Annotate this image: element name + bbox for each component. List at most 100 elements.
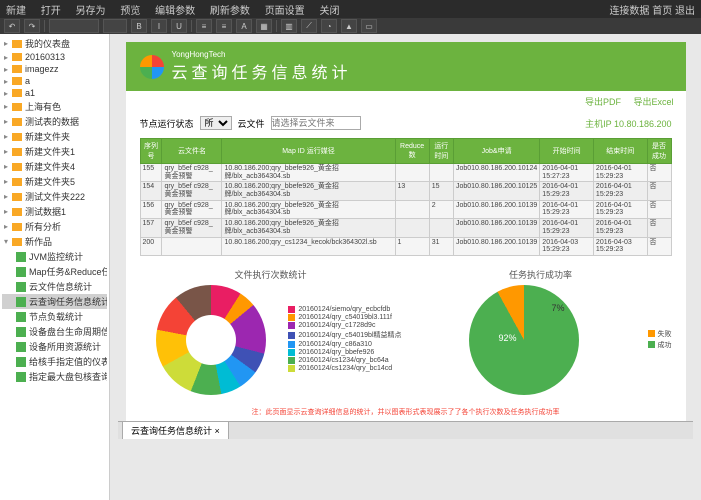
file-icon xyxy=(16,312,26,322)
report-title: 云查询任务信息统计 xyxy=(172,59,352,83)
footer-note: 注：此页面显示云查询详细信息的统计，并以图表形式表现展示了了各个执行次数及任务执… xyxy=(126,403,686,421)
table-header: 运行时间 xyxy=(429,139,453,164)
chart-line-icon[interactable]: ⟋ xyxy=(301,19,317,33)
tree-file[interactable]: 云查询任务信息统计 xyxy=(2,294,107,309)
file-icon xyxy=(16,282,26,292)
italic-icon[interactable]: I xyxy=(151,19,167,33)
export-pdf[interactable]: 导出PDF xyxy=(585,97,621,107)
font-select[interactable] xyxy=(49,19,99,33)
donut-chart xyxy=(156,285,266,395)
folder-icon xyxy=(12,148,22,156)
report-header: YongHongTech 云查询任务信息统计 xyxy=(126,42,686,91)
align-left-icon[interactable]: ≡ xyxy=(196,19,212,33)
filter-label-1: 节点运行状态 xyxy=(140,117,194,130)
tree-folder[interactable]: ▸所有分析 xyxy=(2,219,107,234)
tree-file[interactable]: 云文件信息统计 xyxy=(2,279,107,294)
tree-folder[interactable]: ▸新建文件夹1 xyxy=(2,144,107,159)
bold-icon[interactable]: B xyxy=(131,19,147,33)
tree-file[interactable]: JVM监控统计 xyxy=(2,249,107,264)
size-select[interactable] xyxy=(103,19,127,33)
folder-icon xyxy=(12,40,22,48)
export-excel[interactable]: 导出Excel xyxy=(633,97,673,107)
table-row[interactable]: 155qry_b5ef c928_黄金预警10.80.186.200;qry_b… xyxy=(140,164,671,182)
pie-chart: 92% 7% xyxy=(469,285,579,395)
legend-success: 成功 xyxy=(658,340,672,350)
table-row[interactable]: 20010.80.186.200;qry_cs1234_kecok/bck364… xyxy=(140,237,671,255)
legend-item: 20160124/cs1234/qry_bc14cd xyxy=(288,365,401,372)
menu-new[interactable]: 新建 xyxy=(6,6,26,17)
tree-file[interactable]: 指定最大盘包核查询数 xyxy=(2,369,107,384)
tree-folder[interactable]: ▸测试数据1 xyxy=(2,204,107,219)
tree-folder[interactable]: ▸新建文件夹5 xyxy=(2,174,107,189)
chart-pie-icon[interactable]: ◔ xyxy=(321,19,337,33)
chart-area-icon[interactable]: ▲ xyxy=(341,19,357,33)
fill-icon[interactable]: ▦ xyxy=(256,19,272,33)
tree-folder[interactable]: ▸imagezz xyxy=(2,63,107,75)
table-header: Job&申请 xyxy=(453,139,539,164)
legend-1: 20160124/siemo/qry_ecbcfdb20160124/qry_c… xyxy=(288,306,401,373)
folder-icon xyxy=(12,133,22,141)
logo-icon xyxy=(140,55,164,79)
menu-open[interactable]: 打开 xyxy=(41,6,61,17)
folder-icon xyxy=(12,103,22,111)
tree-file[interactable]: 节点负载统计 xyxy=(2,309,107,324)
tree-folder[interactable]: ▸测试文件夹222 xyxy=(2,189,107,204)
tree-file[interactable]: 设备盘台生命周期信息 xyxy=(2,324,107,339)
file-icon xyxy=(16,252,26,262)
tree-folder[interactable]: ▸上海有色 xyxy=(2,99,107,114)
chart-bar-icon[interactable]: ▥ xyxy=(281,19,297,33)
menu-saveas[interactable]: 另存为 xyxy=(76,6,106,17)
folder-icon xyxy=(12,89,22,97)
table-header: 序列号 xyxy=(140,139,162,164)
menu-refresh[interactable]: 刷新参数 xyxy=(210,6,250,17)
table-header: 开始时间 xyxy=(540,139,594,164)
menu-pagesetup[interactable]: 页面设置 xyxy=(265,6,305,17)
sidebar[interactable]: ▸我的仪表盘▸20160313▸imagezz▸a▸a1▸上海有色▸测试表的数据… xyxy=(0,34,110,500)
menu-close[interactable]: 关闭 xyxy=(319,6,339,17)
folder-icon xyxy=(12,65,22,73)
table-row[interactable]: 156qry_b5ef c928_黄金预警10.80.186.200;qry_b… xyxy=(140,200,671,218)
table-row[interactable]: 154qry_b5ef c928_黄金预警10.80.186.200;qry_b… xyxy=(140,182,671,200)
align-center-icon[interactable]: ≡ xyxy=(216,19,232,33)
folder-icon xyxy=(12,208,22,216)
tree-folder[interactable]: ▸a1 xyxy=(2,87,107,99)
pie-fail-label: 7% xyxy=(551,303,564,313)
table-header: 是否成功 xyxy=(647,139,671,164)
filter-label-2: 云文件 xyxy=(238,117,265,130)
legend-item: 20160124/qry_c1728d9c xyxy=(288,322,401,329)
folder-icon xyxy=(12,238,22,246)
tree-file[interactable]: 给核手指定值的仪表盘组 xyxy=(2,354,107,369)
legend-fail: 失败 xyxy=(658,329,672,339)
file-icon xyxy=(16,297,26,307)
tree-file[interactable]: Map任务&Reduce任务信息统计 xyxy=(2,264,107,279)
tree-folder[interactable]: ▸a xyxy=(2,75,107,87)
image-icon[interactable]: ▭ xyxy=(361,19,377,33)
tree-folder[interactable]: ▸测试表的数据 xyxy=(2,114,107,129)
tree-file[interactable]: 设备所用资源统计 xyxy=(2,339,107,354)
tab-active[interactable]: 云查询任务信息统计 × xyxy=(122,421,229,439)
tree-folder[interactable]: ▸新建文件夹 xyxy=(2,129,107,144)
tree-folder-open[interactable]: ▾新作品 xyxy=(2,234,107,249)
tree-folder[interactable]: ▸20160313 xyxy=(2,51,107,63)
redo-icon[interactable]: ↷ xyxy=(24,19,40,33)
chart-pie-box: 任务执行成功率 92% 7% 失败 成功 xyxy=(410,268,672,395)
pie-success-label: 92% xyxy=(499,333,517,343)
tree-folder[interactable]: ▸新建文件夹4 xyxy=(2,159,107,174)
filter-input-2[interactable] xyxy=(271,116,361,130)
filter-row: 节点运行状态 所 云文件 主机IP 10.80.186.200 xyxy=(126,112,686,134)
host-value: 10.80.186.200 xyxy=(614,119,672,129)
table-row[interactable]: 157qry_b5ef c928_黄金预警10.80.186.200;qry_b… xyxy=(140,219,671,237)
menu-right[interactable]: 连接数据 首页 退出 xyxy=(609,2,695,17)
file-icon xyxy=(16,372,26,382)
menu-editparam[interactable]: 编辑参数 xyxy=(155,6,195,17)
tree-folder[interactable]: ▸我的仪表盘 xyxy=(2,36,107,51)
folder-icon xyxy=(12,223,22,231)
legend-2: 失败 成功 xyxy=(648,329,672,351)
undo-icon[interactable]: ↶ xyxy=(4,19,20,33)
color-icon[interactable]: A xyxy=(236,19,252,33)
menu-preview[interactable]: 预览 xyxy=(120,6,140,17)
filter-select-1[interactable]: 所 xyxy=(200,116,232,130)
file-icon xyxy=(16,327,26,337)
underline-icon[interactable]: U xyxy=(171,19,187,33)
table-header: Map ID 运行媒径 xyxy=(222,139,395,164)
